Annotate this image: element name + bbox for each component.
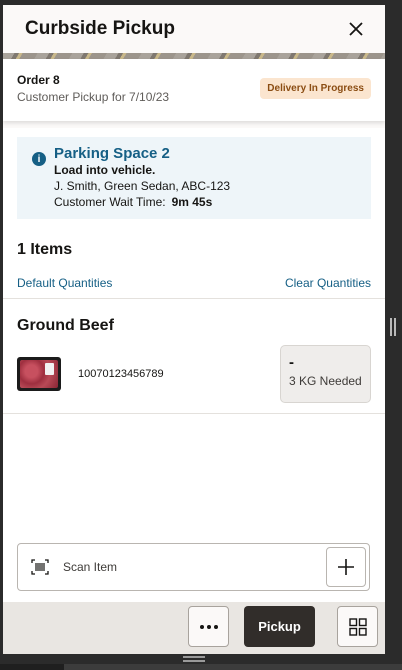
order-subtitle: Customer Pickup for 7/10/23 <box>17 90 170 104</box>
quantity-entry-button[interactable]: - 3 KG Needed <box>280 345 371 403</box>
grid-icon <box>348 617 367 636</box>
product-name: Ground Beef <box>17 317 114 334</box>
curbside-pickup-panel: Curbside Pickup Order 8 Customer Pickup … <box>3 5 385 654</box>
order-title: Order 8 <box>17 73 60 87</box>
product-thumbnail <box>17 357 61 391</box>
wait-time-row: Customer Wait Time: 9m 45s <box>54 194 230 210</box>
scan-item-placeholder: Scan Item <box>63 560 118 574</box>
panel-header: Curbside Pickup <box>3 5 385 53</box>
quantity-value: - <box>289 354 294 371</box>
scan-item-field[interactable]: Scan Item <box>17 543 370 591</box>
default-quantities-link[interactable]: Default Quantities <box>17 276 112 290</box>
order-card: Order 8 Customer Pickup for 7/10/23 Deli… <box>3 59 385 121</box>
main-content: i Parking Space 2 Load into vehicle. J. … <box>3 128 385 602</box>
pickup-button[interactable]: Pickup <box>244 606 315 647</box>
items-count: 1 Items <box>17 241 73 258</box>
barcode-icon <box>31 559 49 575</box>
parking-info-box: i Parking Space 2 Load into vehicle. J. … <box>17 137 371 219</box>
bottom-resize-handle[interactable] <box>183 656 205 662</box>
grid-view-button[interactable] <box>337 606 378 647</box>
side-resize-handle[interactable] <box>390 318 396 336</box>
page-title: Curbside Pickup <box>25 18 175 39</box>
footer-toolbar: Pickup <box>3 602 385 654</box>
parking-space-title: Parking Space 2 <box>54 145 170 162</box>
more-icon <box>199 624 218 629</box>
list-item: 10070123456789 - 3 KG Needed <box>17 345 371 403</box>
close-button[interactable] <box>343 16 369 42</box>
wait-time-value: 9m 45s <box>171 195 213 209</box>
quantity-links: Default Quantities Clear Quantities <box>17 276 371 290</box>
divider <box>3 413 385 414</box>
more-options-button[interactable] <box>188 606 229 647</box>
info-icon: i <box>32 152 46 166</box>
vehicle-info: J. Smith, Green Sedan, ABC-123 <box>54 179 231 193</box>
bottom-strip <box>0 664 402 670</box>
parking-instruction: Load into vehicle. <box>54 163 156 177</box>
status-badge: Delivery In Progress <box>260 78 371 99</box>
quantity-needed: 3 KG Needed <box>289 374 362 388</box>
product-sku: 10070123456789 <box>78 368 164 380</box>
add-item-button[interactable] <box>326 547 366 587</box>
clear-quantities-link[interactable]: Clear Quantities <box>285 276 371 290</box>
close-icon <box>349 22 363 36</box>
divider <box>3 298 385 299</box>
wait-time-label: Customer Wait Time: <box>54 195 166 209</box>
plus-icon <box>338 559 354 575</box>
